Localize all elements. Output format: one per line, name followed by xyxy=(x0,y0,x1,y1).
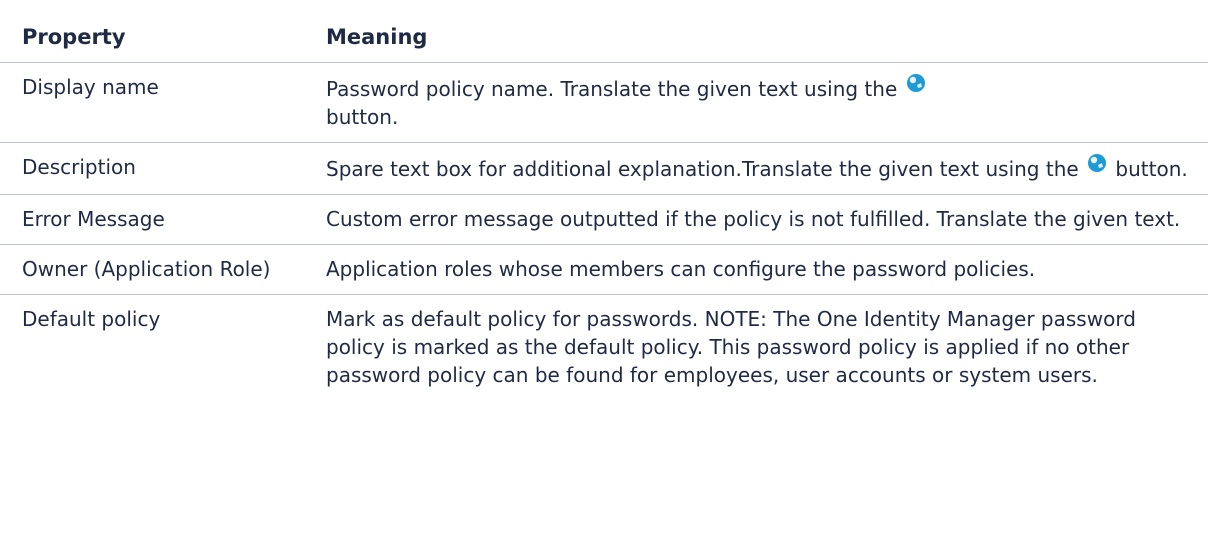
table-row: Error Message Custom error message outpu… xyxy=(0,194,1208,245)
header-property: Property xyxy=(0,0,304,63)
property-cell: Display name xyxy=(0,62,304,143)
table-row: Description Spare text box for additiona… xyxy=(0,142,1208,195)
translate-globe-icon xyxy=(1088,154,1107,172)
property-cell: Owner (Application Role) xyxy=(0,244,304,295)
meaning-text-cont: button. xyxy=(1115,157,1188,181)
header-meaning: Meaning xyxy=(304,0,1208,63)
meaning-cell: Custom error message outputted if the po… xyxy=(304,194,1208,245)
meaning-text: Spare text box for additional explanatio… xyxy=(326,157,1079,181)
property-cell: Error Message xyxy=(0,194,304,245)
meaning-cell: Password policy name. Translate the give… xyxy=(304,62,1208,143)
property-cell: Description xyxy=(0,142,304,195)
translate-globe-icon xyxy=(906,74,925,92)
meaning-cell: Spare text box for additional explanatio… xyxy=(304,142,1208,195)
meaning-cell: Application roles whose members can conf… xyxy=(304,244,1208,295)
table-row: Display name Password policy name. Trans… xyxy=(0,62,1208,143)
property-table: Property Meaning Display name Password p… xyxy=(0,0,1208,400)
table-header-row: Property Meaning xyxy=(0,0,1208,63)
table-row: Owner (Application Role) Application rol… xyxy=(0,244,1208,295)
table-row: Default policy Mark as default policy fo… xyxy=(0,295,1208,401)
meaning-cell: Mark as default policy for passwords. NO… xyxy=(326,307,1136,387)
meaning-text: Password policy name. Translate the give… xyxy=(326,77,898,101)
meaning-text-cont: button. xyxy=(326,105,399,129)
property-cell: Default policy xyxy=(22,307,161,331)
